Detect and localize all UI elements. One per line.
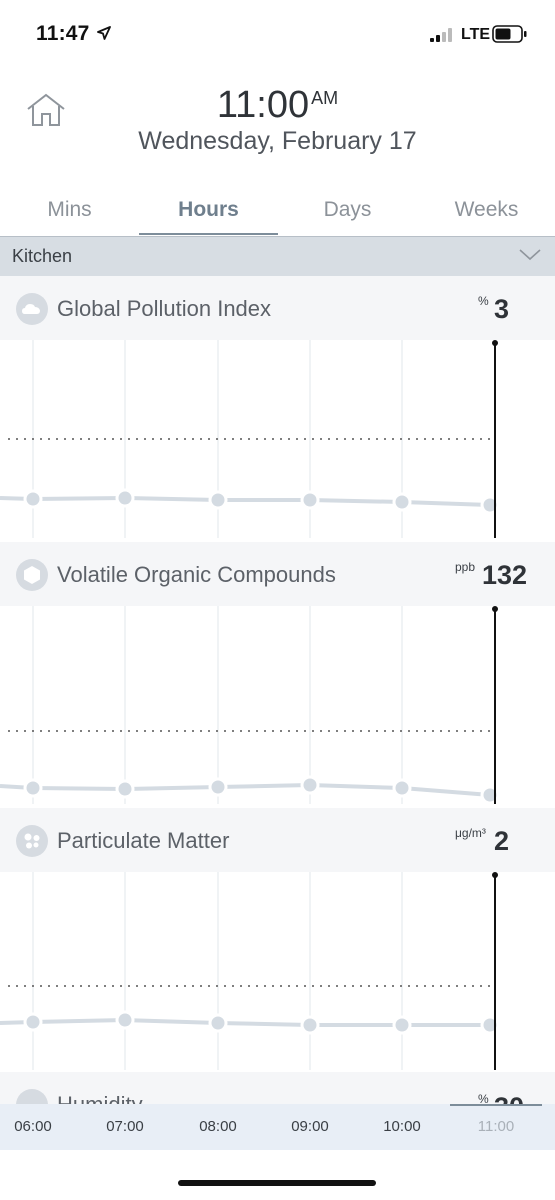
hexagon-icon: [16, 559, 48, 591]
section-header-voc[interactable]: Volatile Organic Compounds ppb 132: [0, 542, 555, 606]
data-point: [392, 1015, 412, 1035]
section-value: 132: [482, 560, 528, 590]
section-value: 3: [494, 294, 510, 324]
chart-voc[interactable]: [0, 606, 555, 804]
data-point: [300, 1015, 320, 1035]
drop-icon: [16, 1089, 48, 1104]
location-arrow-icon: [97, 26, 111, 40]
time-tick: 09:00: [291, 1118, 329, 1135]
status-bar: 11:47 LTE: [0, 0, 555, 70]
data-point: [115, 1010, 135, 1030]
data-point: [23, 489, 43, 509]
cloud-icon: [16, 293, 48, 325]
section-title: Global Pollution Index: [57, 296, 272, 321]
section-title: Volatile Organic Compounds: [57, 562, 336, 587]
room-selector[interactable]: Kitchen: [0, 236, 555, 277]
data-point: [208, 777, 228, 797]
selected-time-value: 11:00: [216, 84, 310, 126]
header: 11:00 AM Wednesday, February 17: [0, 70, 555, 180]
current-hour-indicator: [450, 1104, 542, 1106]
chart-particulate[interactable]: [0, 872, 555, 1070]
data-point: [300, 490, 320, 510]
room-label: Kitchen: [12, 246, 73, 266]
home-indicator: [178, 1180, 376, 1186]
section-unit: %: [478, 1092, 489, 1104]
battery-icon: [492, 25, 527, 43]
data-point: [392, 492, 412, 512]
tab-days[interactable]: Days: [278, 198, 417, 222]
selected-time-ampm: AM: [311, 88, 339, 108]
section-title: Particulate Matter: [57, 828, 230, 853]
section-header-humidity[interactable]: Humidity % 30: [0, 1072, 555, 1104]
time-tick: 07:00: [106, 1118, 144, 1135]
time-axis[interactable]: 06:00 07:00 08:00 09:00 10:00 11:00: [0, 1104, 555, 1150]
selected-time: 11:00 AM: [0, 84, 555, 127]
time-tick: 06:00: [14, 1118, 52, 1135]
section-title: Humidity: [57, 1092, 143, 1104]
data-point: [115, 779, 135, 799]
particles-icon: [16, 825, 48, 857]
data-point: [300, 775, 320, 795]
section-value: 30: [494, 1092, 524, 1104]
section-value: 2: [494, 826, 510, 856]
status-time: 11:47: [36, 22, 90, 45]
selected-date: Wednesday, February 17: [138, 127, 417, 155]
data-point: [23, 778, 43, 798]
data-point: [208, 1013, 228, 1033]
section-unit: μg/m³: [455, 826, 486, 840]
network-type: LTE: [461, 26, 491, 43]
data-point: [23, 1012, 43, 1032]
signal-icon: [430, 28, 452, 42]
chart-pollution[interactable]: [0, 340, 555, 538]
section-header-pollution[interactable]: Global Pollution Index % 3: [0, 276, 555, 340]
active-tab-indicator: [139, 233, 278, 235]
time-tick-current: 11:00: [477, 1118, 515, 1135]
tab-hours[interactable]: Hours: [139, 198, 278, 222]
tab-mins[interactable]: Mins: [0, 198, 139, 222]
section-unit: ppb: [455, 560, 476, 574]
range-tabs: Mins Hours Days Weeks: [0, 188, 555, 236]
tab-weeks[interactable]: Weeks: [417, 198, 555, 222]
time-tick: 08:00: [199, 1118, 237, 1135]
data-point: [115, 488, 135, 508]
chevron-down-icon: [519, 249, 541, 261]
section-header-particulate[interactable]: Particulate Matter μg/m³ 2: [0, 808, 555, 872]
data-point: [208, 490, 228, 510]
time-tick: 10:00: [383, 1118, 421, 1135]
data-point: [392, 778, 412, 798]
section-unit: %: [478, 294, 489, 308]
